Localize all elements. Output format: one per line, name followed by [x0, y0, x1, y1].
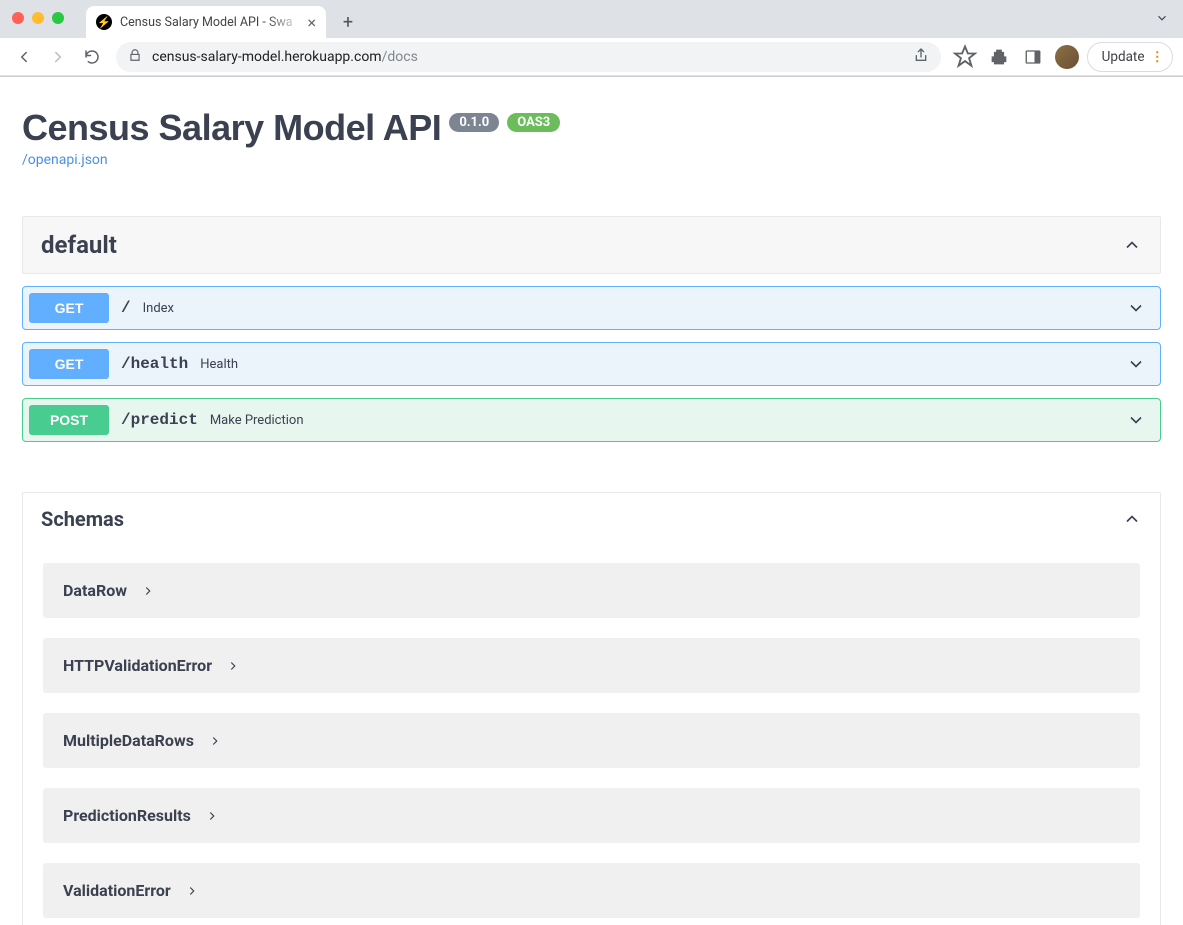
- extensions-icon[interactable]: [985, 43, 1013, 71]
- browser-chrome: ⚡ Census Salary Model API - Swa × + cens…: [0, 0, 1183, 77]
- operation-get-health[interactable]: GET /health Health: [22, 342, 1161, 386]
- schemas-title: Schemas: [41, 507, 124, 531]
- close-tab-button[interactable]: ×: [307, 13, 316, 32]
- swagger-ui: Census Salary Model API 0.1.0 OAS3 /open…: [0, 77, 1183, 925]
- bookmark-star-icon[interactable]: [951, 43, 979, 71]
- operation-path: /predict: [121, 411, 198, 429]
- browser-tab[interactable]: ⚡ Census Salary Model API - Swa ×: [86, 6, 326, 38]
- chevron-right-icon: [185, 884, 199, 898]
- tag-section-header[interactable]: default: [22, 216, 1161, 274]
- url-path: /docs: [382, 49, 418, 65]
- url-host: census-salary-model.herokuapp.com: [152, 49, 382, 65]
- operation-summary: Make Prediction: [210, 413, 304, 428]
- forward-button[interactable]: [44, 43, 72, 71]
- chevron-down-icon[interactable]: [1155, 10, 1169, 29]
- menu-dots-icon: ⋮: [1151, 49, 1165, 65]
- operation-summary: Index: [143, 301, 174, 316]
- schema-item[interactable]: MultipleDataRows: [43, 713, 1140, 768]
- chevron-down-icon: [1126, 298, 1146, 318]
- operation-summary: Health: [200, 357, 238, 372]
- reload-button[interactable]: [78, 43, 106, 71]
- viewport[interactable]: Census Salary Model API 0.1.0 OAS3 /open…: [0, 77, 1183, 925]
- method-badge: POST: [29, 405, 109, 435]
- schema-name: DataRow: [63, 581, 127, 600]
- operation-path: /: [121, 299, 131, 317]
- schema-name: PredictionResults: [63, 806, 191, 825]
- minimize-window-button[interactable]: [32, 12, 44, 24]
- schema-name: MultipleDataRows: [63, 731, 194, 750]
- method-badge: GET: [29, 293, 109, 323]
- operation-post-predict[interactable]: POST /predict Make Prediction: [22, 398, 1161, 442]
- chevron-right-icon: [226, 659, 240, 673]
- chevron-right-icon: [208, 734, 222, 748]
- api-title: Census Salary Model API: [22, 107, 441, 149]
- schemas-section: Schemas DataRow HTTPValidationError Mult…: [22, 492, 1161, 925]
- maximize-window-button[interactable]: [52, 12, 64, 24]
- schemas-header[interactable]: Schemas: [23, 493, 1160, 545]
- chevron-up-icon: [1122, 509, 1142, 529]
- window-controls: [12, 12, 64, 24]
- profile-avatar[interactable]: [1055, 45, 1079, 69]
- schema-item[interactable]: HTTPValidationError: [43, 638, 1140, 693]
- tab-title: Census Salary Model API - Swa: [120, 15, 303, 30]
- chevron-down-icon: [1126, 410, 1146, 430]
- tab-bar: ⚡ Census Salary Model API - Swa × +: [0, 0, 1183, 38]
- tag-name: default: [41, 231, 117, 259]
- update-button[interactable]: Update ⋮: [1087, 42, 1173, 72]
- address-bar[interactable]: census-salary-model.herokuapp.com/docs: [116, 42, 941, 72]
- chevron-right-icon: [205, 809, 219, 823]
- favicon-icon: ⚡: [96, 14, 112, 30]
- back-button[interactable]: [10, 43, 38, 71]
- method-badge: GET: [29, 349, 109, 379]
- version-badge: 0.1.0: [449, 113, 499, 132]
- schema-item[interactable]: DataRow: [43, 563, 1140, 618]
- lock-icon: [128, 48, 142, 66]
- close-window-button[interactable]: [12, 12, 24, 24]
- new-tab-button[interactable]: +: [334, 8, 362, 36]
- api-header: Census Salary Model API 0.1.0 OAS3: [22, 107, 1161, 149]
- schema-item[interactable]: PredictionResults: [43, 788, 1140, 843]
- operation-get-index[interactable]: GET / Index: [22, 286, 1161, 330]
- chevron-right-icon: [141, 584, 155, 598]
- chevron-down-icon: [1126, 354, 1146, 374]
- operation-path: /health: [121, 355, 188, 373]
- schemas-body: DataRow HTTPValidationError MultipleData…: [23, 563, 1160, 925]
- side-panel-icon[interactable]: [1019, 43, 1047, 71]
- share-icon[interactable]: [913, 47, 929, 67]
- schema-name: ValidationError: [63, 881, 171, 900]
- oas-badge: OAS3: [507, 113, 560, 132]
- update-label: Update: [1102, 49, 1145, 65]
- schema-item[interactable]: ValidationError: [43, 863, 1140, 918]
- schema-name: HTTPValidationError: [63, 656, 212, 675]
- toolbar: census-salary-model.herokuapp.com/docs U…: [0, 38, 1183, 76]
- openapi-link[interactable]: /openapi.json: [22, 152, 108, 168]
- chevron-up-icon: [1122, 235, 1142, 255]
